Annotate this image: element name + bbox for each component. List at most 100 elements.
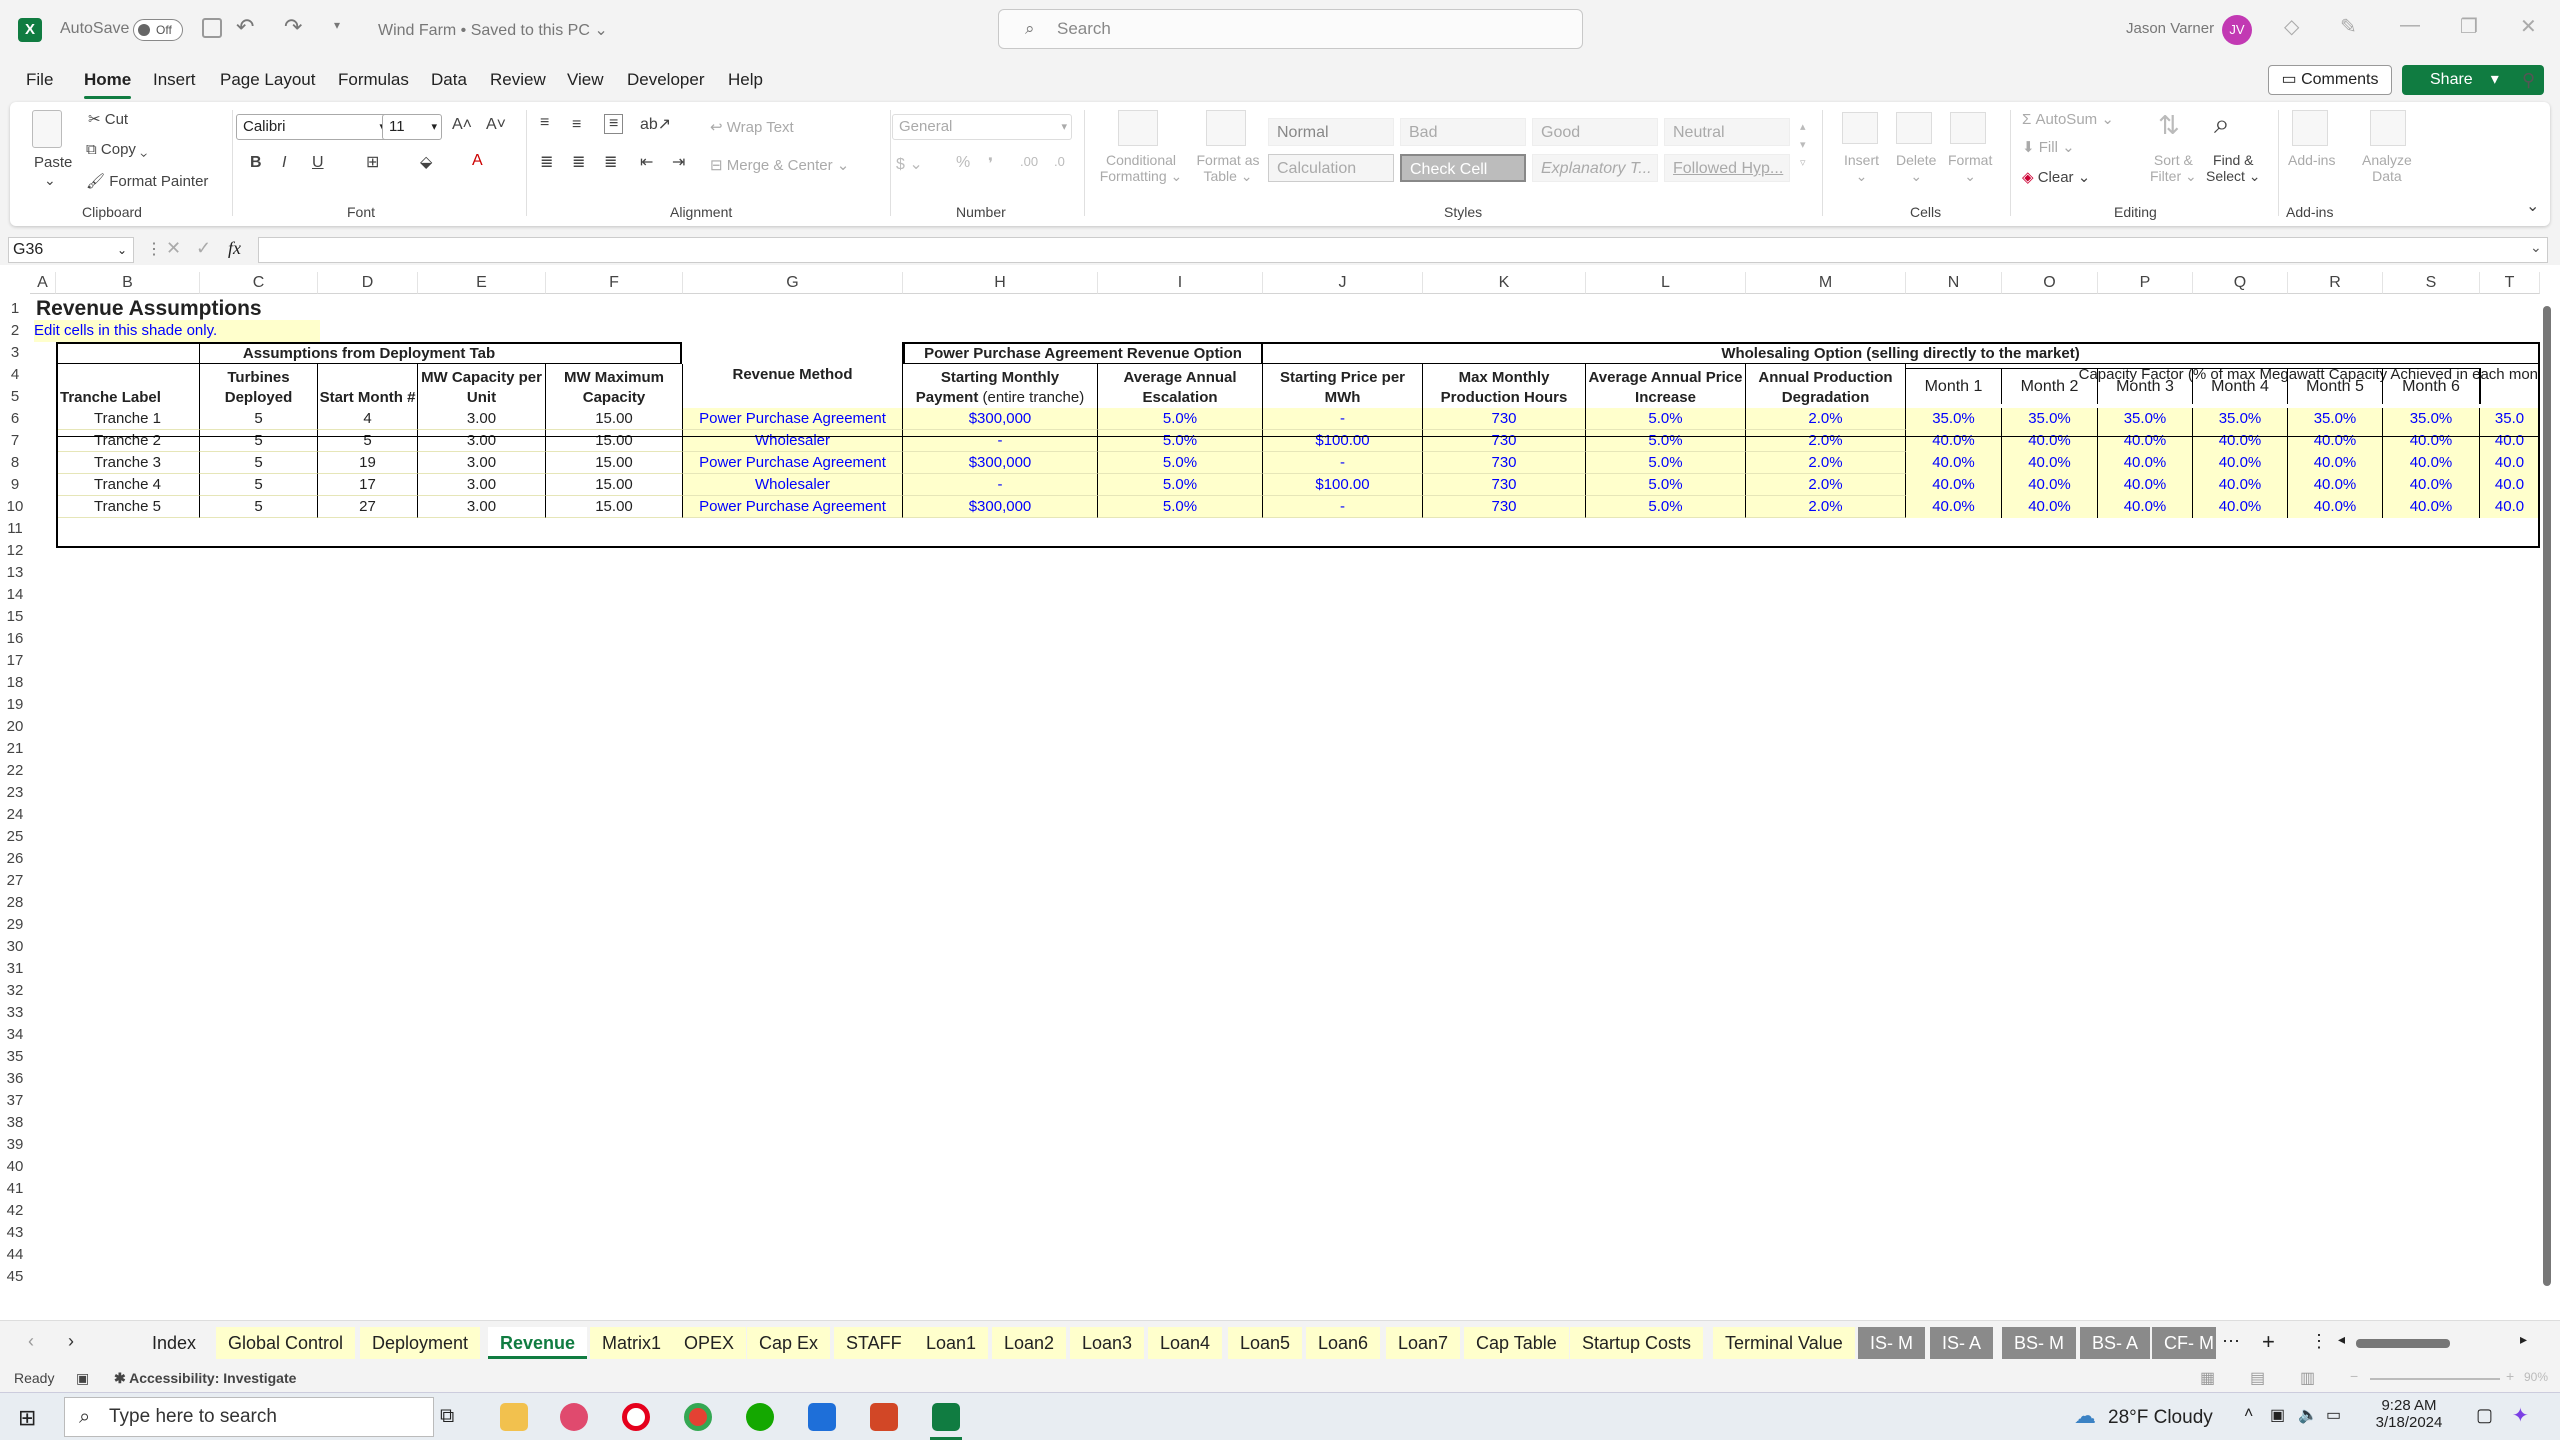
find-icon[interactable]: ⌕ bbox=[2214, 108, 2230, 141]
row-header[interactable]: 23 bbox=[0, 782, 30, 804]
percent-icon[interactable]: % bbox=[956, 154, 970, 172]
row-header[interactable]: 3 bbox=[0, 342, 30, 364]
hscroll-right-icon[interactable]: ▸ bbox=[2520, 1331, 2527, 1348]
cell-max[interactable]: 15.00 bbox=[546, 452, 683, 474]
middle-align-icon[interactable]: ≡ bbox=[572, 116, 581, 134]
row-header[interactable]: 37 bbox=[0, 1090, 30, 1112]
column-header[interactable]: J bbox=[1263, 272, 1423, 294]
cell-capacity-factor[interactable]: 40.0% bbox=[1906, 496, 2002, 518]
scroll-left-icon[interactable]: ‹ bbox=[28, 1331, 34, 1352]
row-header[interactable]: 33 bbox=[0, 1002, 30, 1024]
vertical-scroll-thumb[interactable] bbox=[2543, 306, 2551, 1286]
edit-note[interactable]: Edit cells in this shade only. bbox=[34, 320, 320, 342]
row-header[interactable]: 30 bbox=[0, 936, 30, 958]
row-header[interactable]: 6 bbox=[0, 408, 30, 430]
options-icon[interactable]: ⋮ bbox=[2310, 1331, 2328, 1352]
header-avg-price-increase[interactable]: Average Annual Price Increase bbox=[1586, 364, 1746, 408]
document-title[interactable]: Wind Farm • Saved to this PC ⌄ bbox=[378, 20, 608, 40]
cell-label[interactable]: Tranche 2 bbox=[56, 430, 200, 452]
cell-degradation[interactable]: 2.0% bbox=[1746, 474, 1906, 496]
cell-start[interactable]: 5 bbox=[318, 430, 418, 452]
add-sheet-icon[interactable]: + bbox=[2262, 1329, 2275, 1355]
cell-capacity-factor[interactable]: 35.0% bbox=[2098, 408, 2193, 430]
column-header[interactable]: Q bbox=[2193, 272, 2288, 294]
cell-start[interactable]: 27 bbox=[318, 496, 418, 518]
format-painter-button[interactable]: 🖌 Format Painter bbox=[86, 172, 208, 190]
fill-color-icon[interactable]: ⬙ bbox=[420, 152, 432, 172]
row-header[interactable]: 25 bbox=[0, 826, 30, 848]
restore-icon[interactable]: ❐ bbox=[2460, 14, 2478, 39]
format-as-table-button[interactable]: Format as Table ⌄ bbox=[1190, 152, 1266, 185]
search-input[interactable]: ⌕ Search bbox=[998, 9, 1583, 49]
sheet-tab[interactable]: STAFF bbox=[834, 1327, 914, 1359]
orientation-icon[interactable]: ab↗ bbox=[640, 114, 671, 134]
cell-capacity-factor[interactable]: 40.0% bbox=[2193, 474, 2288, 496]
chevron-down-icon[interactable]: ⌄ bbox=[44, 172, 56, 189]
weather-text[interactable]: 28°F Cloudy bbox=[2108, 1407, 2213, 1429]
row-header[interactable]: 27 bbox=[0, 870, 30, 892]
row-header[interactable]: 35 bbox=[0, 1046, 30, 1068]
column-header[interactable]: L bbox=[1586, 272, 1746, 294]
row-header[interactable]: 1 bbox=[0, 298, 30, 320]
cell-price[interactable]: - bbox=[1263, 496, 1423, 518]
row-header[interactable]: 4 bbox=[0, 364, 30, 386]
column-header[interactable]: P bbox=[2098, 272, 2193, 294]
font-size-select[interactable]: 11 ▾ bbox=[382, 114, 442, 140]
cell-escalation[interactable]: 5.0% bbox=[1098, 474, 1263, 496]
cell-capacity-factor[interactable]: 40.0% bbox=[2002, 496, 2098, 518]
windows-start-icon[interactable]: ⊞ bbox=[18, 1405, 36, 1431]
horizontal-scroll-thumb[interactable] bbox=[2356, 1339, 2450, 1348]
tab-help[interactable]: Help bbox=[728, 70, 763, 90]
analyze-data-button[interactable]: Analyze Data bbox=[2362, 152, 2412, 184]
undo-icon[interactable]: ↶ bbox=[236, 14, 254, 40]
cell-turbines[interactable]: 5 bbox=[200, 408, 318, 430]
page-break-view-icon[interactable]: ▥ bbox=[2300, 1368, 2315, 1388]
format-button[interactable]: Format ⌄ bbox=[1948, 152, 1992, 185]
cell-increase[interactable]: 5.0% bbox=[1586, 430, 1746, 452]
styles-scroll-icon[interactable]: ▴ ▾ ▿ bbox=[1800, 118, 1806, 172]
row-header[interactable]: 14 bbox=[0, 584, 30, 606]
addins-button[interactable]: Add-ins bbox=[2288, 152, 2335, 168]
cell-degradation[interactable]: 2.0% bbox=[1746, 496, 1906, 518]
taskbar-search-input[interactable]: ⌕ Type here to search bbox=[64, 1397, 434, 1437]
avatar[interactable]: JV bbox=[2222, 15, 2252, 45]
sheet-tab[interactable]: Deployment bbox=[360, 1327, 481, 1359]
sort-filter-icon[interactable]: ⇅ bbox=[2158, 110, 2180, 141]
header-starting-payment[interactable]: Starting Monthly Payment (entire tranche) bbox=[903, 364, 1098, 408]
header-avg-escalation[interactable]: Average Annual Escalation bbox=[1098, 364, 1263, 408]
customize-qat-icon[interactable]: ▾ bbox=[334, 18, 340, 32]
column-header[interactable]: H bbox=[903, 272, 1098, 294]
formula-input[interactable] bbox=[258, 237, 2548, 263]
row-header[interactable]: 22 bbox=[0, 760, 30, 782]
chat-icon[interactable]: ⚲ bbox=[2522, 70, 2535, 91]
meet-icon[interactable]: ▣ bbox=[2270, 1405, 2285, 1425]
task-view-icon[interactable]: ⧉ bbox=[440, 1405, 454, 1428]
sheet-tab[interactable]: BS- A bbox=[2080, 1327, 2151, 1359]
cut-button[interactable]: ✂ Cut bbox=[88, 110, 128, 128]
paste-icon[interactable] bbox=[32, 110, 62, 148]
row-header[interactable]: 28 bbox=[0, 892, 30, 914]
insert-function-icon[interactable]: fx bbox=[228, 238, 241, 259]
style-normal[interactable]: Normal bbox=[1268, 118, 1394, 146]
row-header[interactable]: 39 bbox=[0, 1134, 30, 1156]
align-left-icon[interactable]: ≣ bbox=[540, 152, 553, 172]
tab-view[interactable]: View bbox=[567, 70, 604, 90]
speaker-icon[interactable]: 🔈 bbox=[2298, 1405, 2318, 1425]
font-name-select[interactable]: Calibri▾ bbox=[236, 114, 390, 140]
sheet-tab[interactable]: Loan1 bbox=[914, 1327, 989, 1359]
zoom-level[interactable]: 90% bbox=[2524, 1370, 2548, 1384]
premium-diamond-icon[interactable]: ◇ bbox=[2284, 14, 2299, 39]
cell-mw[interactable]: 3.00 bbox=[418, 452, 546, 474]
row-header[interactable]: 13 bbox=[0, 562, 30, 584]
cell-price[interactable]: - bbox=[1263, 452, 1423, 474]
column-header[interactable]: A bbox=[30, 272, 56, 294]
row-header[interactable]: 8 bbox=[0, 452, 30, 474]
expand-formula-icon[interactable]: ⌄ bbox=[2530, 239, 2542, 256]
delete-cells-icon[interactable] bbox=[1896, 112, 1932, 144]
tab-insert[interactable]: Insert bbox=[153, 70, 196, 90]
row-header[interactable]: 5 bbox=[0, 386, 30, 408]
column-header[interactable]: I bbox=[1098, 272, 1263, 294]
cell-capacity-factor[interactable]: 40.0% bbox=[2193, 496, 2288, 518]
increase-font-icon[interactable]: A˄ bbox=[452, 116, 472, 134]
comma-icon[interactable]: ❜ bbox=[988, 154, 993, 174]
